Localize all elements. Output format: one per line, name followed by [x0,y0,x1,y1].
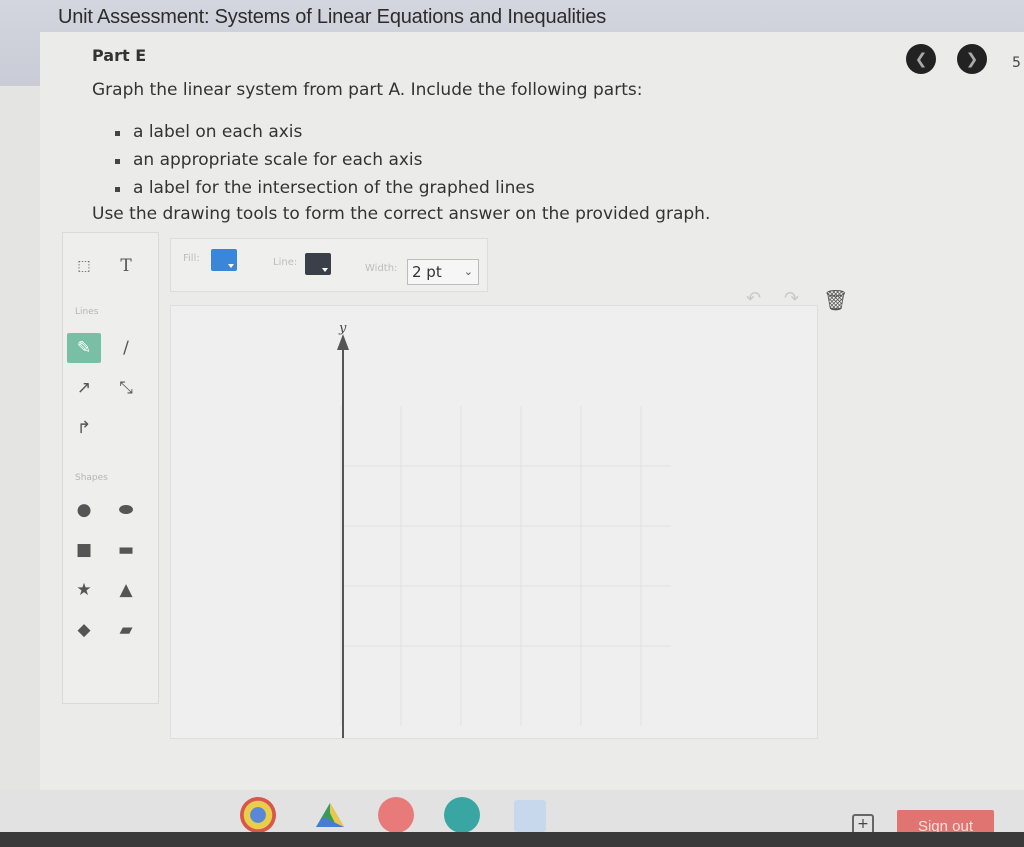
star-icon: ★ [76,580,92,600]
y-axis-label: y [338,321,347,336]
files-icon[interactable] [514,800,546,832]
triangle-icon: ▲ [119,580,133,600]
list-item: a label on each axis [115,122,535,150]
ellipse-icon: ⬬ [118,500,134,520]
line-segment-icon: ∕ [123,338,129,358]
width-value: 2 pt [412,263,442,281]
square-icon: ■ [75,540,93,560]
text-icon: T [120,256,132,276]
classroom-icon[interactable] [444,797,480,833]
shelf-edge [0,832,1024,847]
previous-button[interactable]: ❮ [906,44,936,74]
drive-icon[interactable] [312,797,348,833]
diamond-icon: ◆ [77,620,91,640]
polyline-icon: ↱ [76,418,92,438]
requirements-list: a label on each axis an appropriate scal… [115,122,535,206]
polyline-tool[interactable]: ↱ [67,413,101,443]
style-toolbar: Fill: Line: Width: 2 pt ⌄ [170,238,488,292]
star-tool[interactable]: ★ [67,575,101,605]
width-select[interactable]: 2 pt ⌄ [407,259,479,285]
square-tool[interactable]: ■ [67,535,101,565]
rectangle-icon: ▬ [117,540,135,560]
ray-icon: ↗ [76,378,92,398]
line-segment-tool[interactable]: ∕ [109,333,143,363]
circle-icon: ● [76,500,92,520]
graph-canvas[interactable]: y x [170,305,818,739]
list-item: a label for the intersection of the grap… [115,178,535,206]
tool-palette: ⬚ T Lines ✎ ∕ ↗ ⤡ ↱ Shapes ● ⬬ ■ ▬ ★ ▲ ◆… [62,232,159,704]
y-axis-arrow [337,334,349,350]
unit-title: Unit Assessment: Systems of Linear Equat… [58,6,607,28]
graph-svg: y x [337,321,671,738]
grid [340,406,671,726]
fill-color-picker[interactable] [211,249,237,271]
chevron-down-icon: ⌄ [463,265,473,278]
triangle-tool[interactable]: ▲ [109,575,143,605]
select-tool[interactable]: ⬚ [67,251,101,281]
parallelogram-tool[interactable]: ▰ [109,615,143,645]
width-label: Width: [365,263,398,274]
list-item: an appropriate scale for each axis [115,150,535,178]
double-arrow-icon: ⤡ [119,378,133,398]
next-button[interactable]: ❯ [957,44,987,74]
circle-tool[interactable]: ● [67,495,101,525]
lines-section-label: Lines [75,307,99,317]
line-color-picker[interactable] [305,253,331,275]
line-label: Line: [273,257,298,268]
line-tool[interactable]: ⤡ [109,373,143,403]
chrome-icon[interactable] [240,797,276,833]
rectangle-tool[interactable]: ▬ [109,535,143,565]
parallelogram-icon: ▰ [119,620,133,640]
part-label: Part E [92,46,147,65]
shapes-section-label: Shapes [75,473,108,483]
select-icon: ⬚ [77,258,91,274]
text-tool[interactable]: T [109,251,143,281]
pencil-icon: ✎ [76,338,92,358]
drawing-note: Use the drawing tools to form the correc… [92,204,711,224]
trash-icon[interactable]: 🗑 [823,288,848,312]
page-number: 5 [1012,55,1021,71]
diamond-tool[interactable]: ◆ [67,615,101,645]
chevron-right-icon: ❯ [965,50,979,68]
ray-tool[interactable]: ↗ [67,373,101,403]
ellipse-tool[interactable]: ⬬ [109,495,143,525]
freehand-tool[interactable]: ✎ [67,333,101,363]
chevron-left-icon: ❮ [914,50,928,68]
fill-label: Fill: [183,253,200,264]
app-icon[interactable] [378,797,414,833]
instructions: Graph the linear system from part A. Inc… [92,80,643,100]
